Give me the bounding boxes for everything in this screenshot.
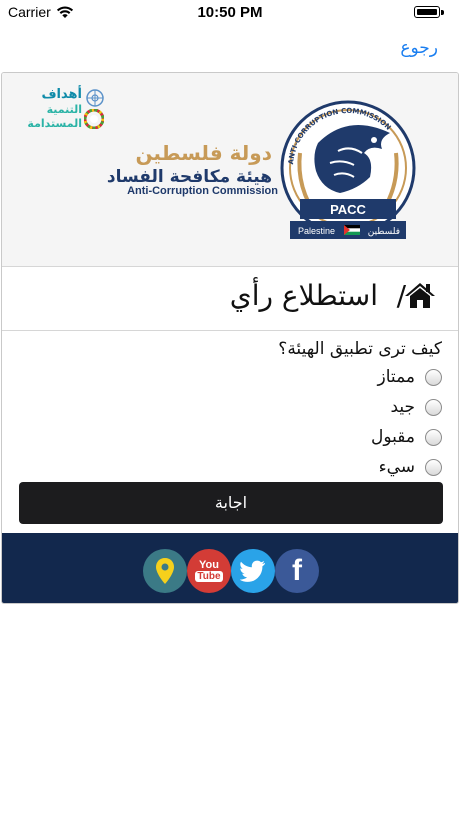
poll-question: كيف ترى تطبيق الهيئة؟ [278, 339, 442, 359]
sdg-logo: أهداف التنمية المستدامة [26, 87, 106, 133]
radio-button[interactable] [425, 428, 442, 446]
social-footer: You Tube f [2, 533, 458, 603]
page-title: استطلاع رأي [229, 279, 378, 312]
facebook-icon[interactable]: f [275, 549, 319, 593]
org-name-state: دولة فلسطين [135, 141, 272, 165]
emblem-country-ar: فلسطين [368, 227, 400, 237]
twitter-icon[interactable] [231, 549, 275, 593]
content-card: أهداف التنمية المستدامة دولة فلسطين هيئة… [1, 72, 459, 604]
page-title-row: استطلاع رأي / [2, 267, 458, 331]
pacc-emblem: ANTI-CORRUPTION COMMISSION PACC Palestin… [278, 93, 418, 251]
option-label: جيد [390, 397, 415, 417]
youtube-you: You [199, 559, 219, 571]
radio-button[interactable] [425, 368, 442, 386]
battery-tip [441, 10, 444, 15]
radio-button[interactable] [425, 458, 442, 476]
back-button[interactable]: رجوع [400, 38, 438, 58]
sdg-line2: التنمية [46, 103, 82, 116]
emblem-abbr: PACC [330, 202, 366, 217]
option-label: مقبول [371, 427, 415, 447]
org-name-commission: هيئة مكافحة الفساد [106, 167, 272, 187]
sdg-wheel-icon [83, 108, 105, 133]
poll-option-bad[interactable]: سيء [379, 454, 442, 480]
poll-option-excellent[interactable]: ممتاز [378, 364, 442, 390]
submit-answer-button[interactable]: اجابة [19, 482, 443, 524]
poll-option-good[interactable]: جيد [390, 394, 442, 420]
nav-bar: رجوع [0, 26, 460, 72]
youtube-tube: Tube [195, 571, 223, 582]
option-label: ممتاز [377, 367, 415, 387]
emblem-country-en: Palestine [298, 226, 335, 236]
sdg-title: أهداف [41, 87, 82, 102]
youtube-icon[interactable]: You Tube [187, 549, 231, 593]
poll-option-acceptable[interactable]: مقبول [371, 424, 442, 450]
un-globe-icon [86, 89, 104, 111]
org-name-english: Anti-Corruption Commission [127, 185, 278, 197]
location-icon[interactable] [143, 549, 187, 593]
status-bar: Carrier 10:50 PM [0, 0, 460, 26]
sdg-line3: المستدامة [27, 117, 82, 130]
radio-button[interactable] [425, 398, 442, 416]
clock: 10:50 PM [197, 4, 263, 21]
home-icon[interactable] [404, 281, 436, 313]
option-label: سيء [378, 457, 415, 477]
facebook-glyph: f [292, 554, 302, 587]
battery-icon [414, 6, 440, 18]
header-logos: أهداف التنمية المستدامة دولة فلسطين هيئة… [2, 73, 458, 267]
